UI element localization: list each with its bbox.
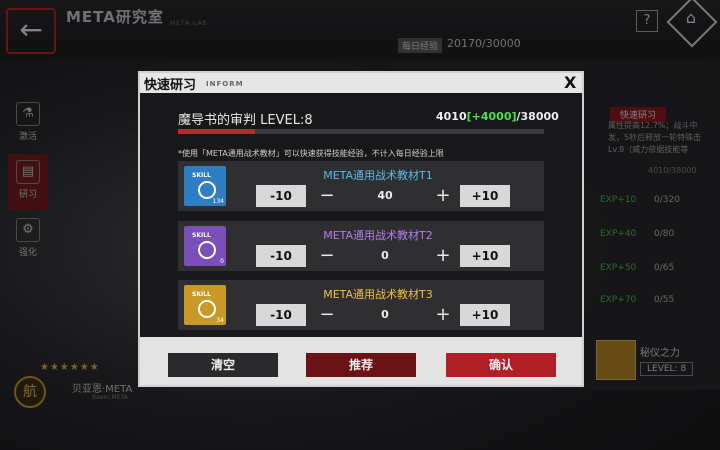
exp-progress-bar <box>178 129 544 134</box>
material-name: META通用战术教材T2 <box>323 229 433 242</box>
minus-10-button[interactable]: -10 <box>256 304 306 326</box>
book-t1-icon: SKILL 134 <box>184 166 226 206</box>
exp-progress-fill <box>178 129 256 134</box>
usage-note: *使用「META通用战术教材」可以快速获得技能经验，不计入每日经验上限 <box>178 149 444 158</box>
exp-total: /38000 <box>516 110 559 123</box>
material-row-t3: SKILL 34 META通用战术教材T3 -10 − 0 + +10 <box>178 280 544 330</box>
minus-10-button[interactable]: -10 <box>256 245 306 267</box>
exp-current: 4010 <box>436 110 467 123</box>
quick-research-dialog: 快速研习 INFORM X 魔导书的审判 LEVEL:8 4010[+4000]… <box>138 71 584 387</box>
close-button[interactable]: X <box>564 73 576 92</box>
dialog-title: 快速研习 <box>144 78 197 93</box>
recommend-button[interactable]: 推荐 <box>306 353 416 377</box>
exp-added: [+4000] <box>466 110 517 123</box>
plus-10-button[interactable]: +10 <box>460 304 510 326</box>
plus-button[interactable]: + <box>432 185 454 207</box>
minus-button[interactable]: − <box>316 185 338 207</box>
plus-10-button[interactable]: +10 <box>460 185 510 207</box>
plus-button[interactable]: + <box>432 304 454 326</box>
exp-progress: 4010[+4000]/38000 <box>436 110 559 123</box>
material-name: META通用战术教材T1 <box>323 169 433 182</box>
quantity-value: 40 <box>377 189 393 202</box>
material-name: META通用战术教材T3 <box>323 288 433 301</box>
plus-button[interactable]: + <box>432 245 454 267</box>
book-t3-icon: SKILL 34 <box>184 285 226 325</box>
material-row-t1: SKILL 134 META通用战术教材T1 -10 − 40 + +10 <box>178 161 544 211</box>
minus-10-button[interactable]: -10 <box>256 185 306 207</box>
dialog-footer: 清空 推荐 确认 <box>140 337 582 385</box>
confirm-button[interactable]: 确认 <box>446 353 556 377</box>
minus-button[interactable]: − <box>316 304 338 326</box>
skill-title: 魔导书的审判 LEVEL:8 <box>178 113 313 128</box>
quantity-value: 0 <box>381 249 389 262</box>
minus-button[interactable]: − <box>316 245 338 267</box>
material-row-t2: SKILL 0 META通用战术教材T2 -10 − 0 + +10 <box>178 221 544 271</box>
plus-10-button[interactable]: +10 <box>460 245 510 267</box>
book-t2-icon: SKILL 0 <box>184 226 226 266</box>
clear-button[interactable]: 清空 <box>168 353 278 377</box>
quantity-value: 0 <box>381 308 389 321</box>
dialog-inform-tag: INFORM <box>206 80 244 88</box>
